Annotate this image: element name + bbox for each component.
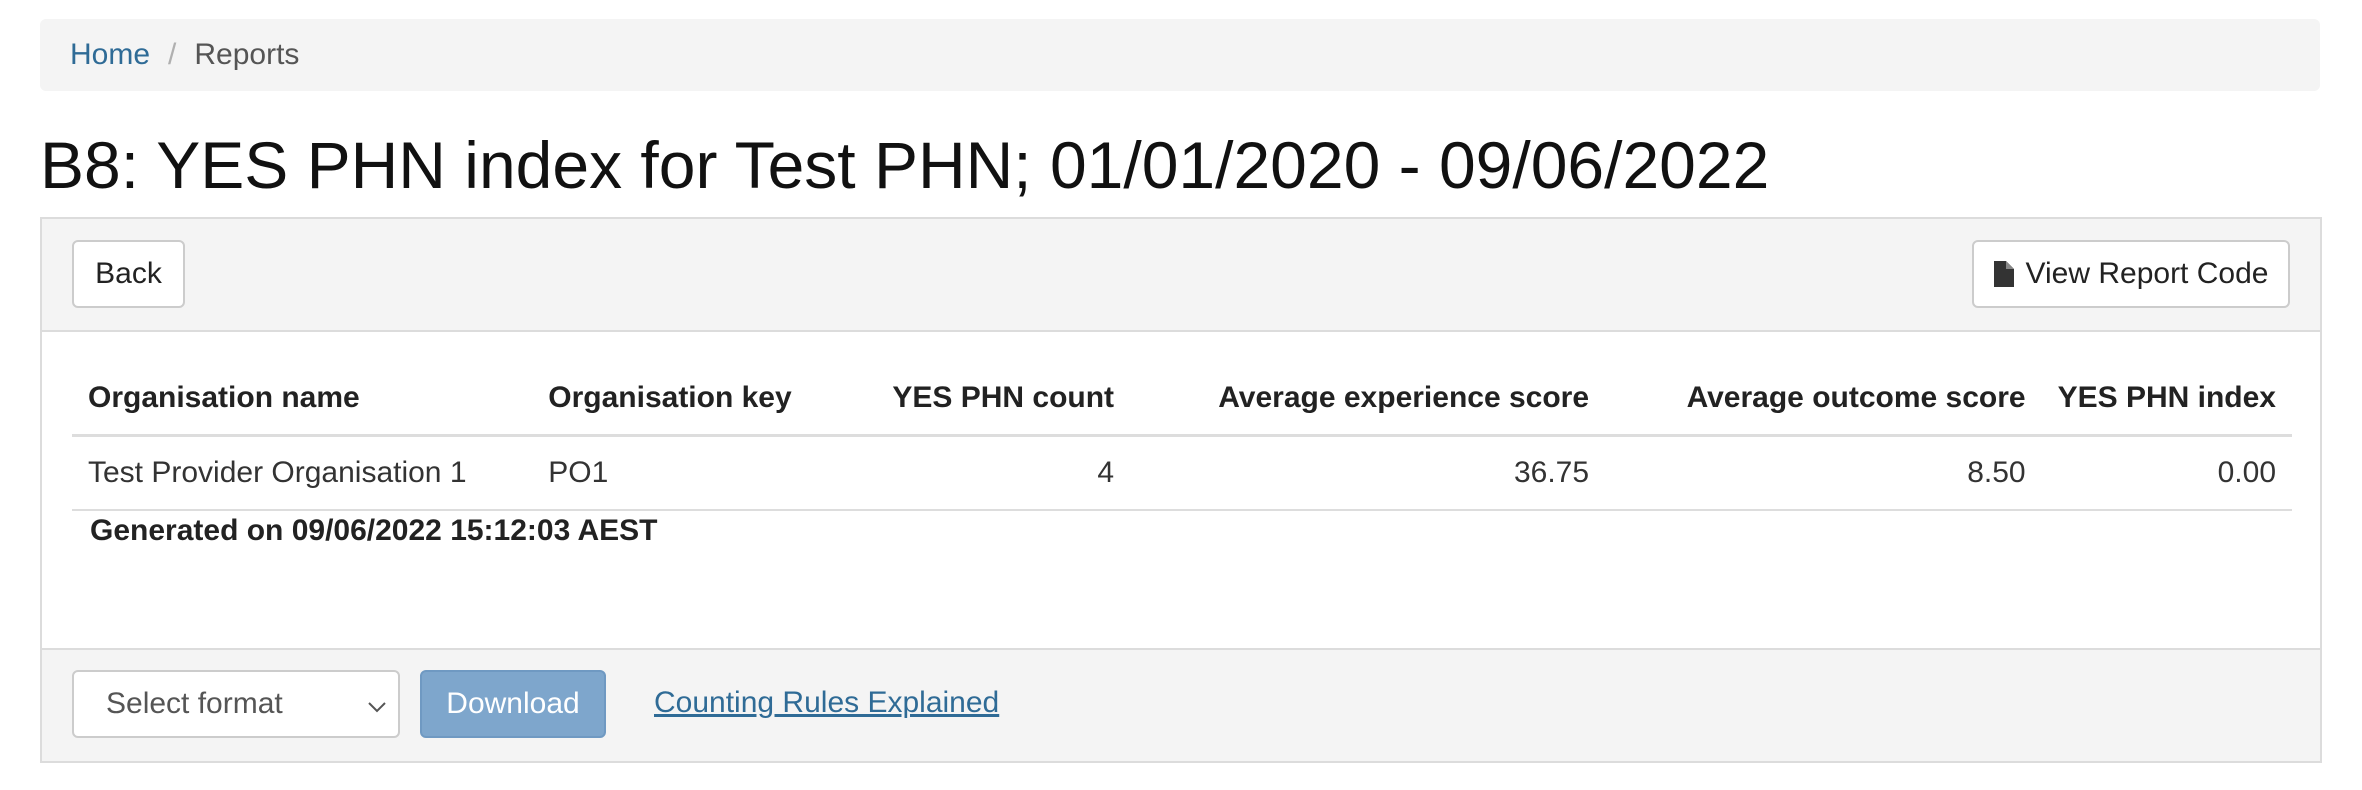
- cell-organisation-key: PO1: [532, 435, 854, 511]
- column-header-organisation-name: Organisation name: [72, 362, 533, 437]
- cell-organisation-name: Test Provider Organisation 1: [72, 435, 533, 511]
- column-header-yes-phn-count: YES PHN count: [853, 362, 1131, 437]
- view-report-code-label: View Report Code: [2025, 257, 2269, 290]
- back-button[interactable]: Back: [72, 240, 185, 308]
- report-table: Organisation name Organisation key YES P…: [72, 362, 2292, 511]
- counting-rules-link[interactable]: Counting Rules Explained: [654, 686, 999, 720]
- column-header-average-outcome-score: Average outcome score: [1605, 362, 2042, 437]
- view-report-code-button[interactable]: View Report Code: [1972, 240, 2290, 308]
- format-select[interactable]: Select format: [72, 670, 400, 738]
- file-icon: [1993, 261, 2014, 287]
- column-header-yes-phn-index: YES PHN index: [2041, 362, 2292, 437]
- breadcrumb-home-link[interactable]: Home: [70, 38, 150, 72]
- breadcrumb-current: Reports: [194, 38, 300, 71]
- panel-footer: Select format Download Counting Rules Ex…: [42, 648, 2320, 761]
- table-header-row: Organisation name Organisation key YES P…: [72, 362, 2292, 437]
- cell-yes-phn-count: 4: [853, 435, 1131, 511]
- format-select-value: Select format: [106, 687, 283, 720]
- download-button[interactable]: Download: [420, 670, 606, 738]
- table-row: Test Provider Organisation 1 PO1 4 36.75…: [72, 435, 2292, 511]
- cell-average-outcome-score: 8.50: [1605, 435, 2042, 511]
- cell-average-experience-score: 36.75: [1130, 435, 1606, 511]
- generated-timestamp: Generated on 09/06/2022 15:12:03 AEST: [90, 514, 658, 547]
- panel-header: Back View Report Code: [42, 219, 2320, 332]
- column-header-average-experience-score: Average experience score: [1130, 362, 1606, 437]
- cell-yes-phn-index: 0.00: [2041, 435, 2292, 511]
- chevron-down-icon: [366, 692, 388, 714]
- report-panel: Back View Report Code Organisation name …: [40, 217, 2322, 763]
- panel-body: Organisation name Organisation key YES P…: [42, 332, 2320, 652]
- column-header-organisation-key: Organisation key: [532, 362, 854, 437]
- breadcrumb: Home / Reports: [40, 19, 2320, 91]
- page-title: B8: YES PHN index for Test PHN; 01/01/20…: [40, 128, 1770, 202]
- breadcrumb-separator: /: [168, 38, 177, 71]
